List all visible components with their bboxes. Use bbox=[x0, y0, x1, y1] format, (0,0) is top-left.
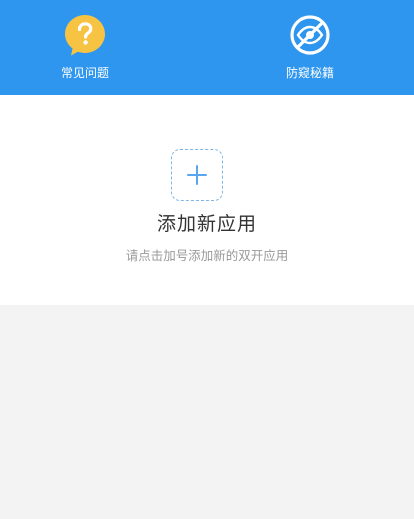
plus-icon bbox=[187, 165, 207, 185]
add-app-title: 添加新应用 bbox=[156, 213, 257, 235]
anti-peek-tips-label: 防窥秘籍 bbox=[285, 66, 334, 80]
faq-button[interactable]: 常见问题 bbox=[40, 12, 130, 80]
add-app-panel: 添加新应用 请点击加号添加新的双开应用 bbox=[0, 95, 414, 305]
no-peeking-icon bbox=[290, 15, 330, 55]
add-app-button[interactable] bbox=[171, 149, 223, 201]
anti-peek-tips-button[interactable]: 防窥秘籍 bbox=[265, 12, 355, 80]
empty-app-list-area bbox=[0, 305, 414, 519]
top-toolbar: 常见问题 防窥秘籍 bbox=[0, 0, 414, 95]
faq-label: 常见问题 bbox=[60, 66, 109, 80]
question-bubble-icon bbox=[65, 15, 105, 56]
add-app-hint: 请点击加号添加新的双开应用 bbox=[125, 248, 289, 263]
